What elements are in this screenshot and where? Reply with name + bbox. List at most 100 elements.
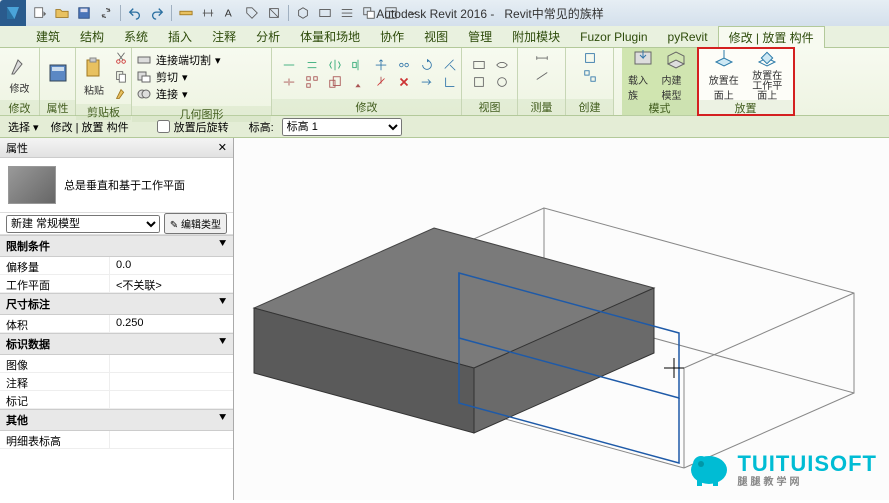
mirror-draw-icon[interactable] bbox=[347, 57, 369, 73]
new-dropdown-icon[interactable] bbox=[30, 3, 50, 23]
tag-icon[interactable] bbox=[242, 3, 262, 23]
properties-palette: 属性 ✕ 总是垂直和基于工作平面 新建 常规模型 ✎ 编辑类型 限制条件⯆偏移量… bbox=[0, 138, 234, 500]
panel-label: 修改 bbox=[0, 100, 39, 116]
panel-label: 测量 bbox=[518, 99, 565, 115]
edit-type-button[interactable]: ✎ 编辑类型 bbox=[164, 213, 227, 234]
type-selector[interactable]: 总是垂直和基于工作平面 bbox=[0, 158, 233, 213]
select-dropdown[interactable]: 选择 ▾ bbox=[4, 119, 43, 135]
property-grid: 限制条件⯆偏移量0.0工作平面<不关联>尺寸标注⯆体积0.250标识数据⯆图像注… bbox=[0, 235, 233, 500]
unpin-icon[interactable] bbox=[370, 74, 392, 90]
viewport-3d[interactable]: TUITUISOFT 腿腿教学网 bbox=[234, 138, 889, 500]
section-view-icon[interactable] bbox=[315, 3, 335, 23]
panel-label: 属性 bbox=[40, 100, 75, 116]
trim-icon[interactable] bbox=[439, 57, 461, 73]
measure-icon[interactable] bbox=[176, 3, 196, 23]
join-geom-tool[interactable]: 连接 ▾ bbox=[136, 86, 188, 102]
save-icon[interactable] bbox=[74, 3, 94, 23]
measure-along-icon[interactable] bbox=[531, 68, 553, 84]
filter-select[interactable]: 新建 常规模型 bbox=[6, 215, 160, 233]
rotate-after-place-checkbox[interactable]: 放置后旋转 bbox=[157, 119, 229, 135]
place-on-workplane-tool[interactable]: 放置在工作平面上 bbox=[748, 50, 788, 98]
watermark: TUITUISOFT 腿腿教学网 bbox=[687, 448, 877, 488]
ribbon-tab[interactable]: pyRevit bbox=[658, 26, 718, 48]
measure-dist-icon[interactable] bbox=[531, 50, 553, 66]
ribbon-tab[interactable]: 结构 bbox=[70, 26, 114, 48]
corner-icon[interactable] bbox=[439, 74, 461, 90]
ribbon-tab[interactable]: 视图 bbox=[414, 26, 458, 48]
modify-tool[interactable]: 修改 bbox=[6, 50, 33, 98]
panel-label: 放置 bbox=[698, 100, 793, 116]
property-group-header[interactable]: 标识数据⯆ bbox=[0, 333, 233, 355]
ribbon-tab[interactable]: 体量和场地 bbox=[290, 26, 370, 48]
level-label: 标高: bbox=[249, 119, 274, 135]
panel-label: 修改 bbox=[272, 99, 461, 115]
copy-tool-icon[interactable] bbox=[393, 57, 415, 73]
load-family-tool[interactable]: 载入族 bbox=[628, 50, 658, 98]
ribbon-tab[interactable]: 附加模块 bbox=[502, 26, 570, 48]
text-icon[interactable]: A bbox=[220, 3, 240, 23]
hide-icon[interactable] bbox=[491, 57, 513, 73]
property-group-header[interactable]: 其他⯆ bbox=[0, 409, 233, 431]
ribbon-tab[interactable]: 分析 bbox=[246, 26, 290, 48]
rotate-icon[interactable] bbox=[416, 57, 438, 73]
ribbon-tab[interactable]: 管理 bbox=[458, 26, 502, 48]
align-icon[interactable] bbox=[198, 3, 218, 23]
match-icon[interactable] bbox=[110, 86, 132, 102]
split-icon[interactable] bbox=[278, 74, 300, 90]
property-row[interactable]: 标记 bbox=[0, 391, 233, 409]
array-icon[interactable] bbox=[301, 74, 323, 90]
create-group-icon[interactable] bbox=[579, 68, 601, 84]
cut-icon[interactable] bbox=[110, 50, 132, 66]
3d-icon[interactable] bbox=[293, 3, 313, 23]
redo-icon[interactable] bbox=[147, 3, 167, 23]
ribbon-tab[interactable]: Fuzor Plugin bbox=[570, 26, 657, 48]
level-select[interactable]: 标高 1 bbox=[282, 118, 402, 136]
undo-icon[interactable] bbox=[125, 3, 145, 23]
solid-component[interactable] bbox=[254, 228, 654, 433]
section-icon[interactable] bbox=[264, 3, 284, 23]
move-icon[interactable] bbox=[370, 57, 392, 73]
paste-tool[interactable]: 粘贴 bbox=[82, 52, 106, 100]
align-icon[interactable] bbox=[278, 57, 300, 73]
scale-icon[interactable] bbox=[324, 74, 346, 90]
ribbon-tab[interactable]: 协作 bbox=[370, 26, 414, 48]
ribbon-tab[interactable]: 建筑 bbox=[26, 26, 70, 48]
thin-lines-icon[interactable] bbox=[337, 3, 357, 23]
elephant-logo-icon bbox=[687, 448, 731, 488]
copy-icon[interactable] bbox=[110, 68, 132, 84]
mirror-pick-icon[interactable] bbox=[324, 57, 346, 73]
delete-icon[interactable] bbox=[393, 74, 415, 90]
property-group-header[interactable]: 尺寸标注⯆ bbox=[0, 293, 233, 315]
properties-tool[interactable] bbox=[46, 50, 70, 98]
view3-icon[interactable] bbox=[468, 74, 490, 90]
view-icon[interactable] bbox=[468, 57, 490, 73]
type-thumbnail-icon bbox=[8, 166, 56, 204]
pin-icon[interactable] bbox=[347, 74, 369, 90]
offset-icon[interactable] bbox=[301, 57, 323, 73]
property-row[interactable]: 工作平面<不关联> bbox=[0, 275, 233, 293]
open-icon[interactable] bbox=[52, 3, 72, 23]
ribbon-tab[interactable]: 系统 bbox=[114, 26, 158, 48]
main-area: 属性 ✕ 总是垂直和基于工作平面 新建 常规模型 ✎ 编辑类型 限制条件⯆偏移量… bbox=[0, 138, 889, 500]
cope-tool[interactable]: 连接端切割 ▾ bbox=[136, 52, 221, 68]
extend-icon[interactable] bbox=[416, 74, 438, 90]
property-row[interactable]: 图像 bbox=[0, 355, 233, 373]
close-icon[interactable]: ✕ bbox=[218, 141, 227, 154]
title-bar: A Autodesk Revit 2016 - Revit中常见的族样 bbox=[0, 0, 889, 26]
ribbon-tab[interactable]: 修改 | 放置 构件 bbox=[718, 26, 825, 48]
property-row[interactable]: 注释 bbox=[0, 373, 233, 391]
sync-icon[interactable] bbox=[96, 3, 116, 23]
ribbon-tab[interactable]: 插入 bbox=[158, 26, 202, 48]
property-row[interactable]: 偏移量0.0 bbox=[0, 257, 233, 275]
property-row[interactable]: 体积0.250 bbox=[0, 315, 233, 333]
place-on-face-tool[interactable]: 放置在面上 bbox=[704, 50, 744, 98]
create-similar-icon[interactable] bbox=[579, 50, 601, 66]
view4-icon[interactable] bbox=[491, 74, 513, 90]
property-row[interactable]: 明细表标高 bbox=[0, 431, 233, 449]
ribbon-tab[interactable]: 注释 bbox=[202, 26, 246, 48]
cut-geom-tool[interactable]: 剪切 ▾ bbox=[136, 69, 188, 85]
app-icon[interactable] bbox=[0, 0, 26, 26]
ribbon: 修改 修改 属性 粘贴 剪贴板 连接端切割 ▾ 剪切 ▾ 连接 ▾ 几何图形 bbox=[0, 48, 889, 116]
model-inplace-tool[interactable]: 内建模型 bbox=[662, 50, 692, 98]
property-group-header[interactable]: 限制条件⯆ bbox=[0, 235, 233, 257]
